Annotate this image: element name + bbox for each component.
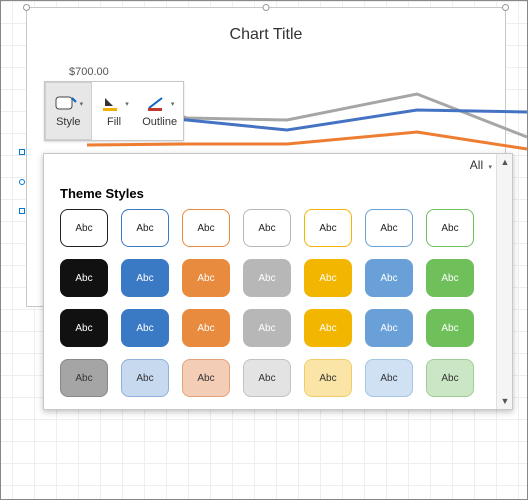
- style-swatch[interactable]: Abc: [365, 309, 413, 347]
- style-swatch[interactable]: Abc: [304, 359, 352, 397]
- scroll-down-icon[interactable]: ▼: [497, 393, 513, 409]
- style-swatch[interactable]: Abc: [60, 209, 108, 247]
- style-swatch[interactable]: Abc: [121, 359, 169, 397]
- style-swatch[interactable]: Abc: [243, 309, 291, 347]
- style-icon: [54, 95, 78, 113]
- chevron-down-icon: ▾: [125, 100, 129, 108]
- chevron-down-icon: ▾: [488, 164, 492, 171]
- style-swatch[interactable]: Abc: [243, 259, 291, 297]
- axis-tick-label: $700.00: [69, 66, 109, 78]
- style-swatch[interactable]: Abc: [182, 259, 230, 297]
- chevron-down-icon: ▾: [80, 100, 84, 108]
- style-swatch[interactable]: Abc: [304, 209, 352, 247]
- style-swatch[interactable]: Abc: [121, 309, 169, 347]
- style-swatch[interactable]: Abc: [426, 359, 474, 397]
- outline-label: Outline: [142, 116, 177, 128]
- style-swatch[interactable]: Abc: [426, 259, 474, 297]
- swatch-row: Abc Abc Abc Abc Abc Abc Abc: [60, 309, 502, 347]
- gallery-scrollbar[interactable]: ▲ ▼: [496, 154, 512, 409]
- fill-label: Fill: [107, 116, 121, 128]
- gallery-filter-label: All: [470, 158, 483, 172]
- style-swatch[interactable]: Abc: [182, 209, 230, 247]
- style-swatch[interactable]: Abc: [365, 359, 413, 397]
- chart-title[interactable]: Chart Title: [27, 26, 505, 44]
- style-swatch[interactable]: Abc: [182, 309, 230, 347]
- scroll-up-icon[interactable]: ▲: [497, 154, 513, 170]
- selection-marker: [19, 179, 25, 185]
- resize-handle-tl[interactable]: [23, 4, 30, 11]
- outline-icon: [145, 95, 169, 113]
- style-gallery: ▲ ▼ All ▾ Theme Styles AbcAbcAbcAbcAbcAb…: [43, 153, 513, 410]
- style-button[interactable]: ▾ Style: [45, 82, 92, 140]
- style-swatch[interactable]: Abc: [365, 259, 413, 297]
- style-swatch[interactable]: Abc: [121, 259, 169, 297]
- selection-marker: [19, 149, 25, 155]
- outline-button[interactable]: ▾ Outline: [137, 82, 183, 140]
- style-swatch[interactable]: Abc: [60, 259, 108, 297]
- resize-handle-tr[interactable]: [502, 4, 509, 11]
- style-swatch[interactable]: Abc: [426, 209, 474, 247]
- style-swatch[interactable]: Abc: [304, 259, 352, 297]
- swatch-row: Abc Abc Abc Abc Abc Abc Abc: [60, 259, 502, 297]
- style-swatch[interactable]: Abc: [182, 359, 230, 397]
- style-swatch[interactable]: Abc: [426, 309, 474, 347]
- selection-marker: [19, 208, 25, 214]
- swatch-row: Abc Abc Abc Abc Abc Abc Abc: [60, 359, 502, 397]
- style-swatch[interactable]: Abc: [243, 359, 291, 397]
- style-swatch[interactable]: Abc: [365, 209, 413, 247]
- style-swatch[interactable]: Abc: [60, 359, 108, 397]
- fill-icon: [99, 95, 123, 113]
- mini-toolbar: ▾ Style ▾ Fill ▾ Outline: [44, 81, 184, 141]
- chevron-down-icon: ▾: [171, 100, 175, 108]
- style-swatch[interactable]: Abc: [121, 209, 169, 247]
- style-swatch[interactable]: Abc: [304, 309, 352, 347]
- resize-handle-top[interactable]: [263, 4, 270, 11]
- fill-button[interactable]: ▾ Fill: [92, 82, 138, 140]
- style-swatch[interactable]: Abc: [60, 309, 108, 347]
- style-label: Style: [56, 116, 80, 128]
- style-swatch[interactable]: Abc: [243, 209, 291, 247]
- gallery-section-title: Theme Styles: [44, 176, 512, 205]
- swatch-row: Abc Abc Abc Abc Abc Abc Abc: [60, 209, 502, 247]
- gallery-filter-dropdown[interactable]: All ▾: [470, 158, 492, 172]
